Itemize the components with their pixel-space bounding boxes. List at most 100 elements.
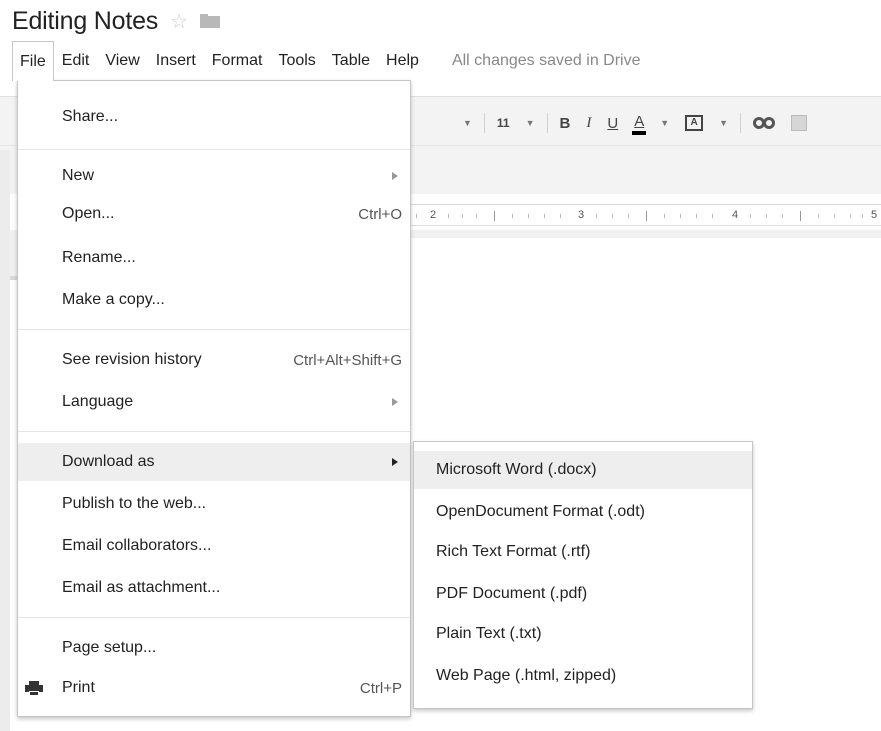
printer-icon bbox=[25, 681, 43, 696]
download-rtf[interactable]: Rich Text Format (.rtf) bbox=[414, 533, 752, 571]
ruler-tick bbox=[596, 214, 597, 218]
text-color-swatch bbox=[632, 131, 647, 135]
menu-item-label: See revision history bbox=[62, 351, 202, 368]
ruler-tick bbox=[750, 214, 751, 218]
submenu-item-label: OpenDocument Format (.odt) bbox=[436, 503, 645, 520]
menu-item-email-attachment[interactable]: Email as attachment... bbox=[18, 569, 410, 607]
ruler-tick bbox=[800, 211, 801, 221]
menu-separator bbox=[18, 329, 410, 330]
menu-item-page-setup[interactable]: Page setup... bbox=[18, 629, 410, 667]
menu-item-label: Email as attachment... bbox=[62, 579, 221, 596]
menu-item-label: Rename... bbox=[62, 249, 136, 266]
ruler-tick bbox=[766, 214, 767, 218]
ruler-tick bbox=[560, 214, 561, 218]
menu-item-label: Publish to the web... bbox=[62, 495, 207, 512]
submenu-item-label: Microsoft Word (.docx) bbox=[436, 461, 597, 478]
highlight-arrow-icon[interactable]: ▼ bbox=[711, 110, 736, 136]
document-page[interactable] bbox=[410, 238, 881, 280]
ruler-tick bbox=[494, 211, 495, 221]
text-color-label: A bbox=[634, 112, 645, 130]
menu-item-new[interactable]: New bbox=[18, 157, 410, 195]
ruler-tick bbox=[862, 214, 863, 218]
menubar: File Edit View Insert Format Tools Table… bbox=[12, 41, 641, 81]
menu-item-rename[interactable]: Rename... bbox=[18, 239, 410, 277]
menu-item-label: Share... bbox=[62, 108, 119, 125]
link-icon bbox=[753, 117, 776, 129]
menu-separator bbox=[18, 149, 410, 150]
text-color-button[interactable]: A bbox=[626, 110, 652, 136]
ruler-tick bbox=[612, 214, 613, 218]
menu-separator bbox=[18, 431, 410, 432]
menu-item-label: Make a copy... bbox=[62, 291, 165, 308]
ruler-tick bbox=[834, 214, 835, 218]
italic-button[interactable]: I bbox=[578, 110, 599, 136]
menu-insert[interactable]: Insert bbox=[148, 41, 204, 81]
menu-tools[interactable]: Tools bbox=[270, 41, 323, 81]
ruler[interactable]: 2 3 4 5 bbox=[410, 204, 881, 226]
left-gutter bbox=[0, 150, 10, 731]
toolbar-separator bbox=[740, 113, 742, 133]
menu-item-open[interactable]: Open... Ctrl+O bbox=[18, 195, 410, 233]
menu-format[interactable]: Format bbox=[204, 41, 271, 81]
highlight-color-button[interactable]: A bbox=[677, 110, 711, 136]
ruler-tick bbox=[462, 214, 463, 218]
download-pdf[interactable]: PDF Document (.pdf) bbox=[414, 575, 752, 613]
menu-edit[interactable]: Edit bbox=[54, 41, 98, 81]
ruler-tick bbox=[448, 214, 449, 218]
download-odt[interactable]: OpenDocument Format (.odt) bbox=[414, 493, 752, 531]
menu-table[interactable]: Table bbox=[324, 41, 378, 81]
ruler-number: 3 bbox=[578, 209, 585, 221]
file-menu: Share... New Open... Ctrl+O Rename... Ma… bbox=[17, 80, 411, 717]
folder-icon[interactable] bbox=[200, 14, 221, 28]
menu-item-make-copy[interactable]: Make a copy... bbox=[18, 281, 410, 319]
menu-item-publish[interactable]: Publish to the web... bbox=[18, 485, 410, 523]
download-as-submenu: Microsoft Word (.docx) OpenDocument Form… bbox=[413, 441, 753, 709]
font-size-select[interactable]: 11 bbox=[489, 110, 518, 136]
menu-item-label: Open... bbox=[62, 205, 115, 222]
ruler-tick bbox=[528, 214, 529, 218]
ruler-number: 2 bbox=[430, 209, 437, 221]
download-docx[interactable]: Microsoft Word (.docx) bbox=[414, 451, 752, 489]
submenu-arrow-icon bbox=[392, 398, 398, 406]
menu-help[interactable]: Help bbox=[378, 41, 427, 81]
insert-link-button[interactable] bbox=[745, 110, 783, 136]
ruler-tick bbox=[512, 214, 513, 218]
download-html[interactable]: Web Page (.html, zipped) bbox=[414, 657, 752, 695]
font-dropdown-arrow-icon[interactable]: ▼ bbox=[455, 110, 480, 136]
submenu-arrow-icon bbox=[392, 172, 398, 180]
submenu-item-label: Web Page (.html, zipped) bbox=[436, 667, 617, 684]
ruler-tick bbox=[712, 214, 713, 218]
menu-item-label: Page setup... bbox=[62, 639, 157, 656]
formatting-toolbar: ▼ 11 ▼ B I U A ▼ A ▼ bbox=[455, 108, 815, 138]
menu-item-download-as[interactable]: Download as bbox=[18, 443, 410, 481]
menu-item-email-collaborators[interactable]: Email collaborators... bbox=[18, 527, 410, 565]
menu-item-shortcut: Ctrl+O bbox=[358, 205, 402, 223]
submenu-item-label: Plain Text (.txt) bbox=[436, 625, 542, 642]
menu-item-shortcut: Ctrl+P bbox=[359, 679, 402, 697]
menu-item-revision-history[interactable]: See revision history Ctrl+Alt+Shift+G bbox=[18, 341, 410, 379]
download-txt[interactable]: Plain Text (.txt) bbox=[414, 615, 752, 653]
submenu-arrow-icon bbox=[392, 458, 398, 466]
menu-item-label: Language bbox=[62, 393, 134, 410]
title-row: Editing Notes ☆ bbox=[12, 4, 221, 38]
menu-file[interactable]: File bbox=[12, 41, 54, 81]
highlight-icon: A bbox=[685, 115, 704, 131]
ruler-tick bbox=[782, 214, 783, 218]
ruler-tick bbox=[680, 214, 681, 218]
document-title[interactable]: Editing Notes bbox=[12, 7, 158, 36]
comment-icon bbox=[791, 115, 808, 131]
menu-item-print[interactable]: Print Ctrl+P bbox=[18, 669, 410, 707]
menu-item-language[interactable]: Language bbox=[18, 383, 410, 421]
font-size-value: 11 bbox=[496, 116, 510, 130]
bold-button[interactable]: B bbox=[552, 110, 579, 136]
menu-item-share[interactable]: Share... bbox=[18, 98, 410, 136]
menu-view[interactable]: View bbox=[97, 41, 147, 81]
star-icon[interactable]: ☆ bbox=[170, 11, 190, 31]
underline-button[interactable]: U bbox=[599, 110, 626, 136]
insert-comment-button[interactable] bbox=[783, 110, 815, 136]
font-size-arrow-icon[interactable]: ▼ bbox=[518, 110, 543, 136]
toolbar-separator bbox=[546, 113, 548, 133]
menu-item-label: Email collaborators... bbox=[62, 537, 212, 554]
text-color-arrow-icon[interactable]: ▼ bbox=[652, 110, 677, 136]
toolbar-separator bbox=[483, 113, 485, 133]
